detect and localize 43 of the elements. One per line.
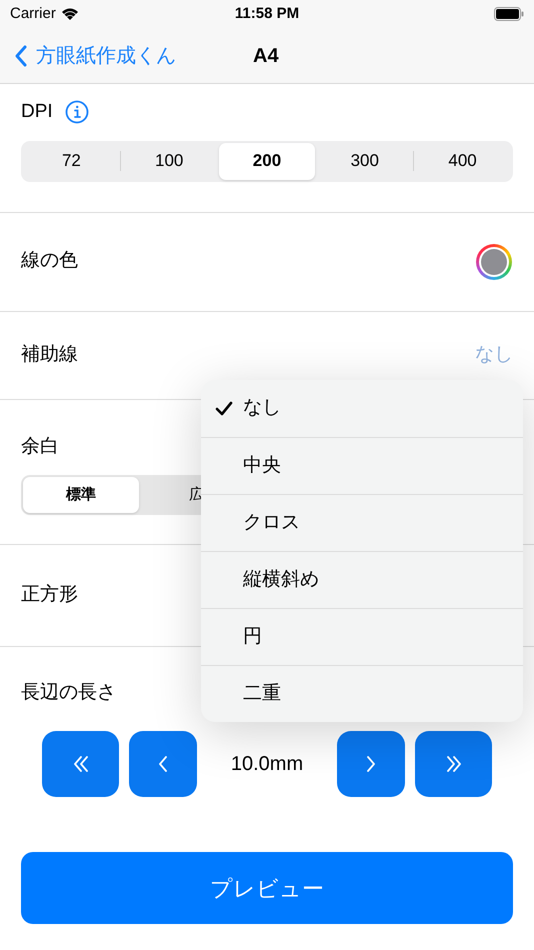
menu-item[interactable]: なし bbox=[201, 380, 523, 437]
square-label: 正方形 bbox=[21, 582, 78, 607]
menu-item[interactable]: 中央 bbox=[201, 437, 523, 494]
info-icon[interactable] bbox=[64, 100, 89, 124]
clock: 11:58 PM bbox=[234, 4, 300, 24]
menu-item-label: 縦横斜め bbox=[243, 568, 319, 592]
menu-item-label: クロス bbox=[243, 510, 300, 535]
chevron-icon bbox=[159, 756, 167, 772]
chevron-icon bbox=[367, 756, 375, 772]
menu-item-label: 中央 bbox=[243, 454, 281, 478]
dpi-option[interactable]: 100 bbox=[120, 142, 218, 180]
menu-item[interactable]: 二重 bbox=[201, 665, 523, 722]
line-color-label: 線の色 bbox=[21, 249, 78, 274]
menu-item-label: なし bbox=[243, 396, 281, 420]
margin-option[interactable]: 標準 bbox=[23, 477, 139, 513]
dpi-option[interactable]: 300 bbox=[316, 142, 414, 180]
margin-label: 余白 bbox=[21, 436, 59, 456]
battery-icon bbox=[494, 7, 524, 21]
menu-item-label: 二重 bbox=[243, 682, 281, 706]
dpi-option[interactable]: 72 bbox=[23, 142, 120, 180]
screen-title: A4 bbox=[253, 44, 279, 68]
guide-lines-label: 補助線 bbox=[21, 342, 78, 367]
dpi-option[interactable]: 200 bbox=[218, 142, 316, 180]
checkmark-icon bbox=[215, 400, 233, 416]
dpi-label: DPI bbox=[21, 100, 53, 124]
stepper-button[interactable] bbox=[337, 731, 405, 797]
menu-item[interactable]: 縦横斜め bbox=[201, 551, 523, 608]
menu-item[interactable]: 円 bbox=[201, 608, 523, 665]
double-chevron-icon bbox=[74, 756, 88, 772]
stepper-button[interactable] bbox=[42, 731, 119, 797]
preview-button[interactable]: プレビュー bbox=[21, 852, 513, 924]
dpi-option[interactable]: 400 bbox=[414, 142, 511, 180]
wifi-icon bbox=[60, 7, 79, 21]
long-side-label: 長辺の長さ bbox=[21, 682, 116, 702]
back-chevron-icon bbox=[14, 44, 28, 68]
menu-item-label: 円 bbox=[243, 624, 262, 649]
carrier-name: Carrier bbox=[10, 4, 56, 24]
length-value: 10.0mm bbox=[230, 752, 304, 777]
stepper-button[interactable] bbox=[415, 731, 492, 797]
double-chevron-icon bbox=[446, 756, 460, 772]
stepper-button[interactable] bbox=[129, 731, 197, 797]
menu-item[interactable]: クロス bbox=[201, 494, 523, 551]
color-well[interactable] bbox=[476, 244, 512, 280]
